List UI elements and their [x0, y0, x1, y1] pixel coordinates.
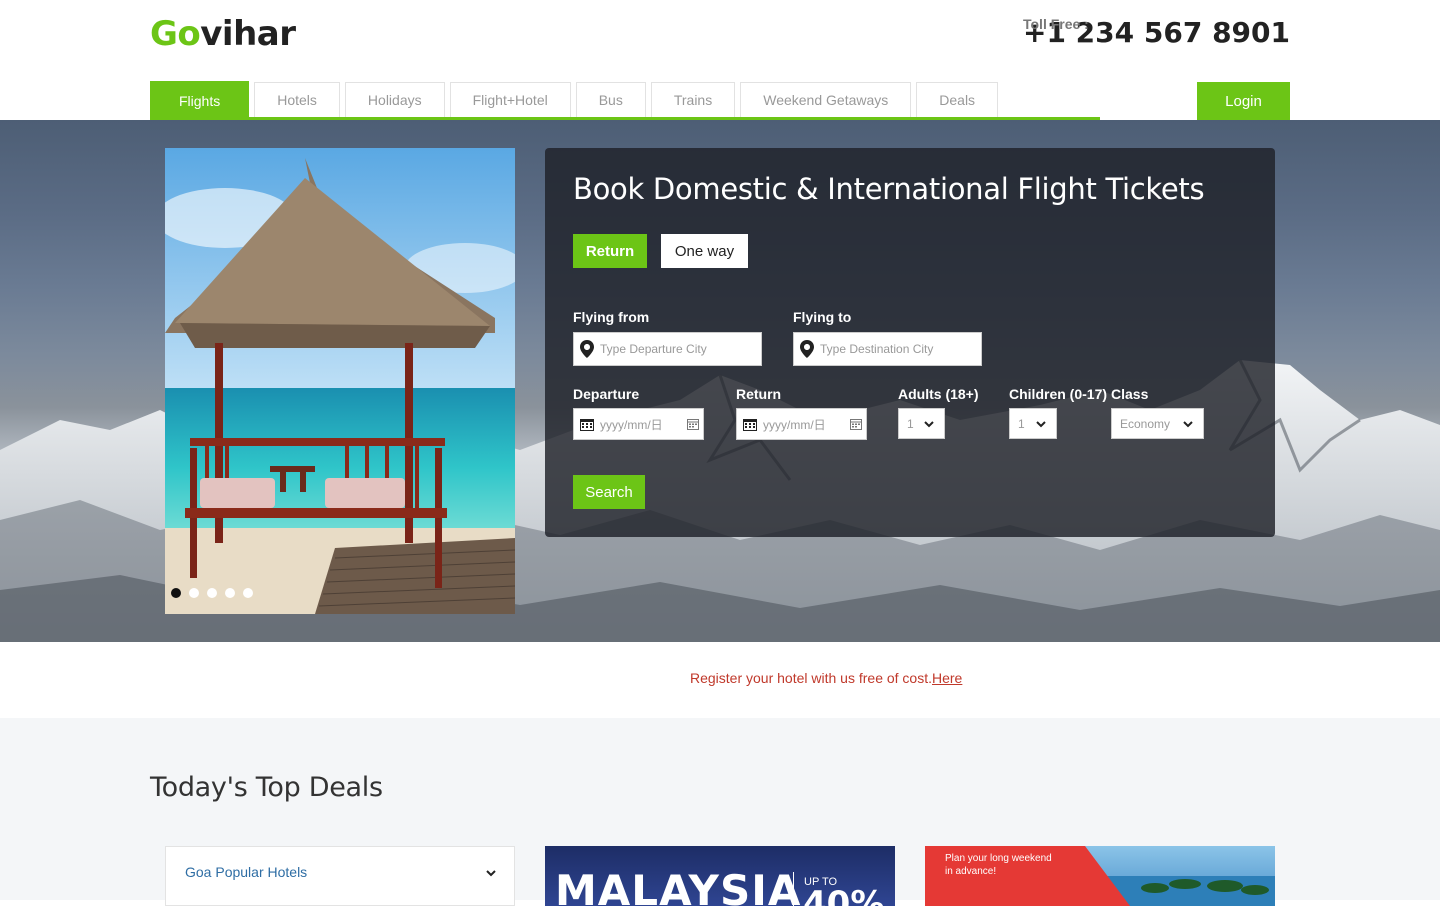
calendar-icon [580, 418, 594, 431]
tab-hotels[interactable]: Hotels [254, 82, 340, 117]
return-trip-button[interactable]: Return [573, 234, 647, 268]
departure-date-input[interactable]: yyyy/mm/日 [573, 408, 704, 440]
chevron-down-icon [486, 870, 496, 877]
tab-flight-hotel[interactable]: Flight+Hotel [449, 82, 571, 117]
site-header: Govihar Toll Free : +1 234 567 8901 Flig… [0, 0, 1440, 120]
adults-value: 1 [907, 416, 914, 431]
children-value: 1 [1018, 416, 1025, 431]
login-button[interactable]: Login [1197, 82, 1290, 120]
register-link[interactable]: Here [932, 670, 962, 686]
chevron-down-icon [1036, 420, 1046, 427]
return-label: Return [736, 386, 782, 402]
map-pin-icon [580, 340, 594, 358]
toll-free-label: Toll Free : [1022, 16, 1089, 32]
calendar-icon [743, 418, 757, 431]
banner-percent: 40% [803, 884, 885, 906]
register-message: Register your hotel with us free of cost… [690, 670, 962, 686]
children-select[interactable]: 1 [1009, 408, 1057, 439]
flying-from-input[interactable]: Type Departure City [573, 332, 762, 366]
calendar-picker-icon[interactable] [850, 418, 862, 430]
departure-date-placeholder: yyyy/mm/日 [600, 417, 663, 432]
adults-label: Adults (18+) [898, 386, 979, 402]
class-label: Class [1111, 386, 1149, 402]
flying-from-label: Flying from [573, 309, 650, 325]
flying-to-placeholder: Type Destination City [820, 342, 934, 356]
booking-title: Book Domestic & International Flight Tic… [573, 172, 1205, 206]
slider-dot-1[interactable] [171, 588, 181, 598]
tab-holidays[interactable]: Holidays [344, 82, 445, 117]
banner-weekend-text: Plan your long weekend in advance! [945, 853, 1052, 877]
slider-dot-3[interactable] [207, 588, 217, 598]
slider-dot-4[interactable] [225, 588, 235, 598]
class-value: Economy [1120, 416, 1171, 431]
flying-from-placeholder: Type Departure City [600, 342, 707, 356]
beach-hut-image [165, 148, 515, 614]
departure-label: Departure [573, 386, 640, 402]
malaysia-deal-banner[interactable]: MALAYSIA UP TO 40% [545, 846, 895, 906]
chevron-down-icon [924, 420, 934, 427]
tab-trains[interactable]: Trains [650, 82, 736, 117]
tab-bus[interactable]: Bus [575, 82, 646, 117]
children-label: Children (0-17) [1009, 386, 1108, 402]
calendar-picker-icon[interactable] [687, 418, 699, 430]
chevron-down-icon [1183, 420, 1193, 427]
slider-dot-5[interactable] [243, 588, 253, 598]
adults-select[interactable]: 1 [898, 408, 945, 439]
class-select[interactable]: Economy [1111, 408, 1204, 439]
tab-flights[interactable]: Flights [150, 81, 250, 119]
banner-divider [793, 872, 794, 906]
logo-go: Go [150, 14, 201, 54]
tab-deals[interactable]: Deals [916, 82, 999, 117]
register-text: Register your hotel with us free of cost… [690, 670, 932, 686]
banner-malaysia-text: MALAYSIA [555, 866, 802, 906]
tab-weekend-getaways[interactable]: Weekend Getaways [740, 82, 912, 117]
deals-title: Today's Top Deals [150, 772, 383, 803]
one-way-button[interactable]: One way [661, 234, 748, 268]
return-date-input[interactable]: yyyy/mm/日 [736, 408, 867, 440]
slider-dot-2[interactable] [189, 588, 199, 598]
slider-dots [171, 588, 253, 598]
dropdown-label[interactable]: Goa Popular Hotels [185, 864, 307, 880]
logo-rest: vihar [200, 14, 296, 54]
flying-to-input[interactable]: Type Destination City [793, 332, 982, 366]
toll-free: Toll Free : +1 234 567 8901 [1023, 16, 1290, 49]
logo[interactable]: Govihar [150, 14, 296, 54]
main-nav: Flights Hotels Holidays Flight+Hotel Bus… [150, 81, 1100, 120]
flying-to-label: Flying to [793, 309, 852, 325]
weekend-deal-banner[interactable]: Plan your long weekend in advance! [925, 846, 1275, 906]
image-slider[interactable] [165, 148, 515, 614]
return-date-placeholder: yyyy/mm/日 [763, 417, 826, 432]
map-pin-icon [800, 340, 814, 358]
search-button[interactable]: Search [573, 475, 645, 509]
